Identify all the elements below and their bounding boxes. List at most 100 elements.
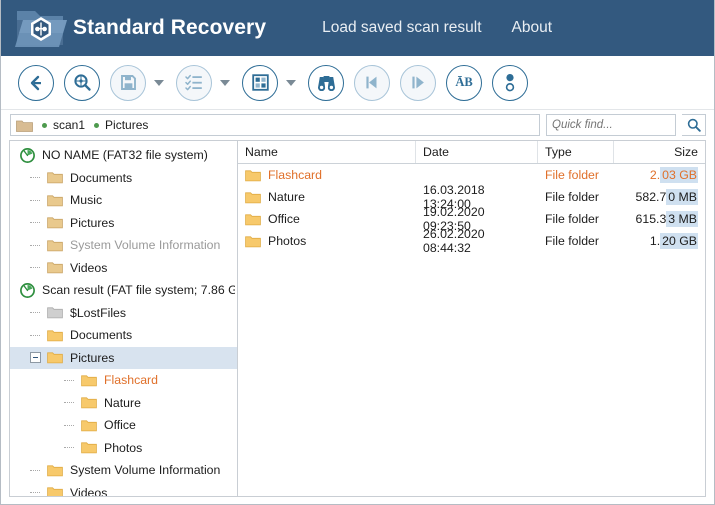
tree-item[interactable]: Pictures [10,346,237,369]
list-dropdown-arrow[interactable] [220,79,230,86]
size-value: 2. [649,168,661,182]
brand-title: Standard Recovery [73,16,267,39]
cell-type: File folder [545,234,599,248]
tree-item-label: System Volume Information [70,463,221,478]
save-dropdown-arrow[interactable] [154,79,164,86]
breadcrumb[interactable]: scan1 Pictures [10,114,540,136]
tree-item[interactable]: Videos [10,482,237,496]
tree-item[interactable]: Pictures [10,212,237,235]
list-button[interactable] [176,64,212,101]
tree-item-label: Documents [70,170,133,185]
tree-indent-guide [64,375,75,386]
tree-item[interactable]: Scan result (FAT file system; 7.86 GB in… [10,279,237,302]
folder-yellow-icon [245,235,261,247]
tree-item-label: Flashcard [104,373,158,388]
cell-name: Office [238,208,416,230]
tree-item[interactable]: Photos [10,437,237,460]
tree-item-label: Scan result (FAT file system; 7.86 GB in… [42,283,235,298]
tree-item[interactable]: NO NAME (FAT32 file system) [10,144,237,167]
folder-hexagon-logo-icon [15,11,67,47]
tree-item-label: Pictures [70,215,115,230]
tree-item[interactable]: Flashcard [10,369,237,392]
cell-date: 26.02.2020 08:44:32 [423,227,485,255]
breadcrumb-item-pictures[interactable]: Pictures [105,118,148,132]
cell-type: File folder [545,212,599,226]
folder-tan-icon [47,172,63,184]
tree-item[interactable]: Documents [10,324,237,347]
grid-view-button[interactable] [242,64,278,101]
cell-type: File folder [545,190,599,204]
column-header-type[interactable]: Type [538,141,614,163]
tree-item-label: Photos [104,440,143,455]
cell-size: 2. 03 GB [614,164,705,186]
cell-type: File folder [545,168,599,182]
tree-item[interactable]: Office [10,414,237,437]
person-icon [505,74,515,92]
breadcrumb-separator-icon [42,122,47,128]
tree-indent-guide [30,487,41,496]
folder-icon [16,120,33,132]
collapse-toggle-icon[interactable] [30,352,41,364]
folder-yellow-icon [81,420,97,432]
column-header-size[interactable]: Size [614,141,705,163]
user-info-button[interactable] [492,64,528,101]
quick-find-button[interactable] [682,114,706,136]
nav-load-saved-scan-result[interactable]: Load saved scan result [322,19,481,37]
tree-item[interactable]: Music [10,189,237,212]
find-button[interactable] [308,64,344,101]
grid-blocks-icon [251,74,269,91]
cell-size: 1. 20 GB [614,230,705,252]
checklist-icon [185,74,202,91]
column-header-name[interactable]: Name [238,141,416,163]
file-name-label: Flashcard [268,168,322,182]
nav-about[interactable]: About [512,19,553,37]
tree-item[interactable]: System Volume Information [10,459,237,482]
tree-item[interactable]: Videos [10,257,237,280]
quick-find-field[interactable] [546,114,676,136]
tree-indent-guide [30,465,41,476]
tree-item-label: Music [70,193,103,208]
tree-indent-guide [64,397,75,408]
folder-yellow-icon [81,442,97,454]
app-header: Standard Recovery Load saved scan result… [1,0,714,56]
disk-green-icon [20,147,35,163]
folder-yellow-icon [245,191,261,203]
size-value: 582.7 [635,190,667,204]
save-button[interactable] [110,64,146,101]
disk-green-icon [20,282,35,298]
toolbar: ĀB [1,56,714,110]
folder-grey-icon [47,307,63,319]
column-header-date[interactable]: Date [416,141,538,163]
app-window: Standard Recovery Load saved scan result… [0,0,715,505]
breadcrumb-item-scan1[interactable]: scan1 [53,118,85,132]
breadcrumb-separator-icon [94,122,100,128]
next-button[interactable] [400,64,436,101]
search-input[interactable] [552,115,670,135]
tree-item[interactable]: $LostFiles [10,302,237,325]
tree-item-label: Pictures [70,350,115,365]
tree-item[interactable]: System Volume Information [10,234,237,257]
binoculars-icon [317,75,335,91]
back-button[interactable] [18,64,54,101]
tree-item[interactable]: Nature [10,392,237,415]
scan-button[interactable] [64,64,100,101]
table-row[interactable]: Photos 26.02.2020 08:44:32 File folder 1. 20… [238,227,705,255]
tree-indent-guide [30,307,41,318]
grid-view-dropdown-arrow[interactable] [286,79,296,86]
folder-tree[interactable]: NO NAME (FAT32 file system) Documents Musi… [10,141,238,496]
tree-indent-guide [30,240,41,251]
tree-item-label: Nature [104,395,141,410]
step-back-icon [365,76,376,89]
tree-item-label: $LostFiles [70,305,127,320]
folder-yellow-icon [245,213,261,225]
encoding-button[interactable]: ĀB [446,64,482,101]
tree-indent-guide [30,262,41,273]
tree-item[interactable]: Documents [10,167,237,190]
previous-button[interactable] [354,64,390,101]
tree-item-label: NO NAME (FAT32 file system) [42,148,208,163]
file-list-panel: Name Date Type Size Flashcard File folder… [238,141,705,496]
size-unit: 20 GB [660,233,698,249]
file-list-rows: Flashcard File folder 2. 03 GB Nature 16.03.2… [238,164,705,255]
path-bar: scan1 Pictures [1,110,714,140]
magnifier-target-icon [73,74,91,91]
